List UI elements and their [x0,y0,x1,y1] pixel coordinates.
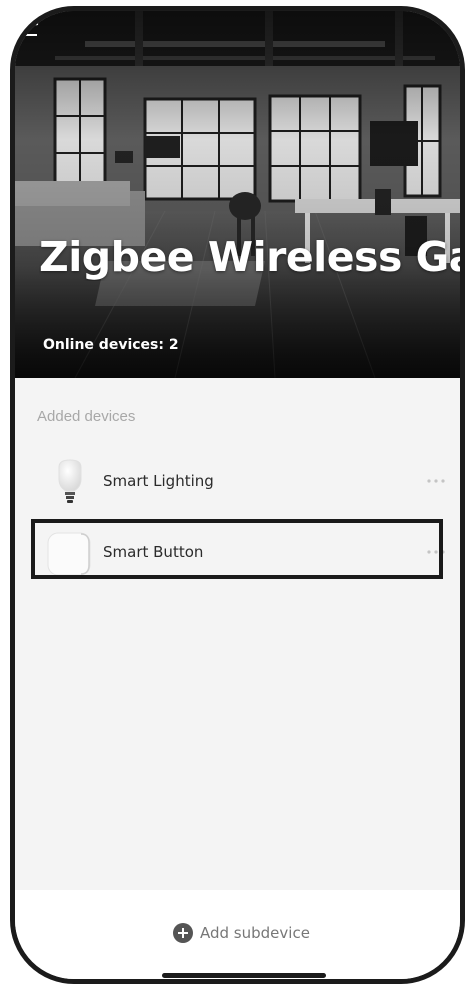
more-options-icon[interactable] [426,475,446,487]
add-subdevice-label: Add subdevice [200,924,310,942]
light-bulb-icon [58,459,82,503]
home-indicator[interactable] [162,973,326,978]
room-photo [15,11,460,378]
added-devices-label: Added devices [37,408,136,425]
highlight-frame [31,519,443,579]
header-banner: Zigbee Wireless Gat... Online devices: 2 [15,11,460,378]
plus-circle-icon [173,923,193,943]
add-subdevice-button[interactable]: Add subdevice [173,921,310,945]
online-devices-count: Online devices: 2 [43,337,179,353]
hub-title: Zigbee Wireless Gat... [39,233,460,281]
device-row-smart-lighting[interactable]: Smart Lighting [15,453,460,511]
phone-frame: Zigbee Wireless Gat... Online devices: 2… [10,6,465,984]
device-name: Smart Lighting [103,472,214,490]
edit-pencil-icon[interactable] [15,11,39,37]
